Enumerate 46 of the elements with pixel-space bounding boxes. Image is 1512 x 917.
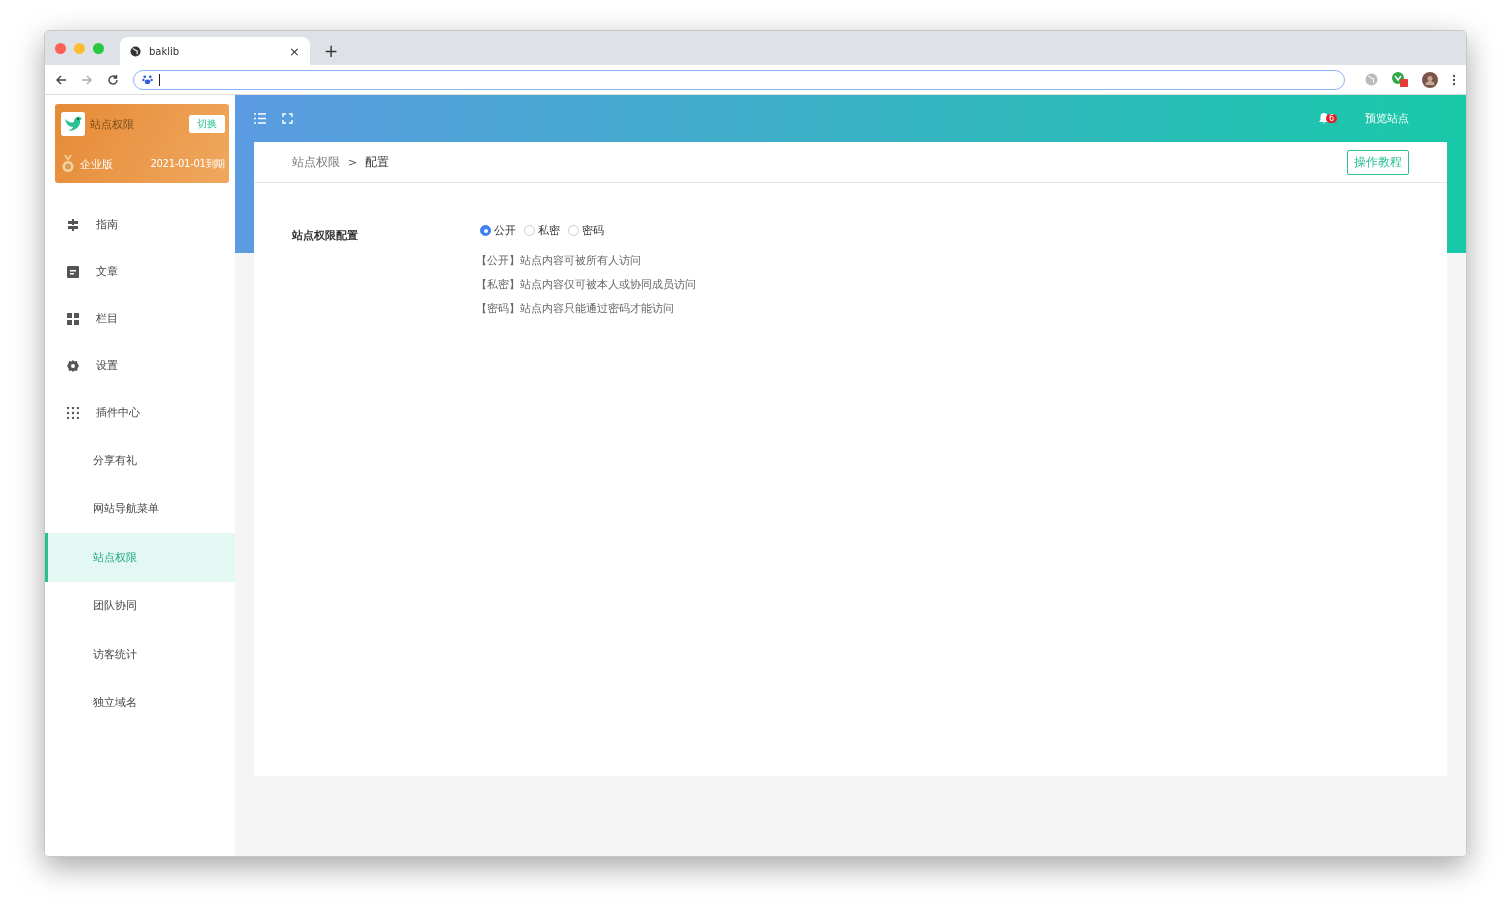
sidebar-item[interactable]: 指南 — [45, 201, 235, 248]
paw-icon — [142, 74, 153, 85]
site-name: 站点权限 — [90, 116, 135, 132]
signpost-icon — [67, 218, 79, 231]
bird-logo-icon — [61, 112, 85, 136]
sidebar-item[interactable]: 访客统计 — [45, 630, 235, 679]
sidebar-item[interactable]: 分享有礼 — [45, 436, 235, 485]
close-window-button[interactable] — [55, 42, 66, 54]
sidebar-item[interactable]: 独立域名 — [45, 678, 235, 727]
sidebar-item[interactable]: 栏目 — [45, 295, 235, 342]
plan-label: 企业版 — [80, 156, 114, 172]
sidebar-item[interactable]: 文章 — [45, 248, 235, 295]
breadcrumb-current: 配置 — [365, 153, 390, 171]
sidebar-item[interactable]: 团队协同 — [45, 581, 235, 630]
sidebar-item[interactable]: 插件中心 — [45, 389, 235, 436]
document-icon — [67, 265, 79, 278]
sidebar-item[interactable]: 网站导航菜单 — [45, 484, 235, 533]
notification-badge: 6 — [1325, 114, 1337, 123]
list-icon[interactable] — [254, 113, 266, 124]
bell-icon[interactable] — [1318, 113, 1329, 124]
extension-icon[interactable] — [1392, 72, 1408, 87]
maximize-window-button[interactable] — [93, 42, 104, 54]
radio-option[interactable]: 私密 — [524, 223, 560, 238]
reload-icon[interactable] — [107, 73, 119, 86]
field-label: 站点权限配置 — [292, 228, 359, 244]
settings-icon — [67, 359, 79, 372]
sidebar-item[interactable]: 设置 — [45, 342, 235, 389]
browser-tab[interactable]: baklib × — [120, 37, 310, 65]
breadcrumb-separator: > — [348, 155, 358, 169]
medal-icon — [61, 155, 75, 173]
option-description: 【密码】站点内容只能通过密码才能访问 — [476, 301, 675, 316]
forward-icon[interactable] — [81, 73, 93, 86]
radio-option[interactable]: 密码 — [568, 223, 604, 238]
grid-icon — [67, 312, 79, 325]
radio-option[interactable]: 公开 — [480, 223, 516, 238]
expiry-date: 2021-01-01到期 — [150, 157, 225, 171]
breadcrumb-link[interactable]: 站点权限 — [292, 153, 340, 171]
avatar-icon[interactable] — [1422, 71, 1438, 88]
close-tab-button[interactable]: × — [289, 43, 300, 59]
apps-icon — [67, 406, 79, 419]
back-icon[interactable] — [55, 73, 67, 86]
option-description: 【公开】站点内容可被所有人访问 — [476, 253, 642, 268]
new-tab-button[interactable]: + — [324, 41, 339, 61]
option-description: 【私密】站点内容仅可被本人或协同成员访问 — [476, 277, 696, 292]
fullscreen-icon[interactable] — [282, 113, 293, 124]
menu-icon[interactable] — [1452, 73, 1456, 86]
